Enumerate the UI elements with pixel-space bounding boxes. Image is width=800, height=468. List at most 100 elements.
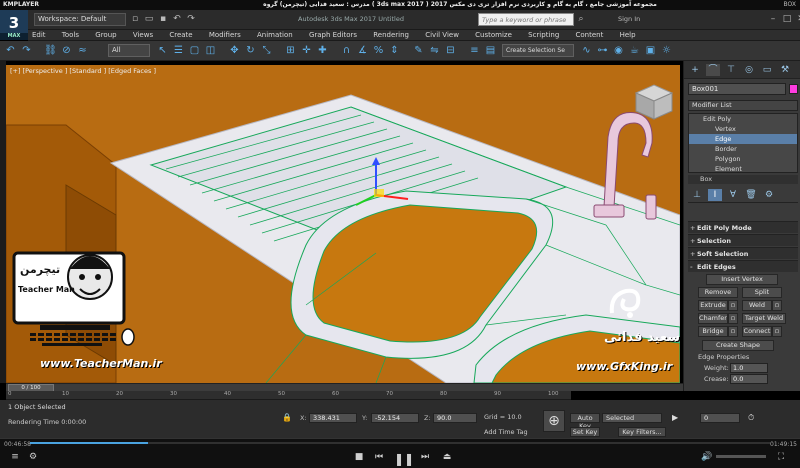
menu-customize[interactable]: Customize — [475, 30, 512, 41]
playlist-icon[interactable]: ≡ — [8, 452, 22, 462]
auto-key-button[interactable]: Auto Key — [570, 413, 600, 430]
create-shape-button[interactable]: Create Shape — [702, 340, 774, 351]
modify-tab-icon[interactable]: ⌒ — [706, 64, 720, 76]
volume-icon[interactable]: 🔊 — [700, 452, 714, 462]
menu-graph-editors[interactable]: Graph Editors — [309, 30, 357, 41]
material-editor-icon[interactable]: ◉ — [612, 44, 625, 57]
add-time-tag[interactable]: Add Time Tag — [484, 428, 528, 436]
menu-scripting[interactable]: Scripting — [528, 30, 559, 41]
minimize-icon[interactable]: – — [768, 14, 778, 24]
scale-icon[interactable]: ⤡ — [260, 44, 273, 57]
sign-in-link[interactable]: Sign In — [618, 15, 640, 23]
menu-animation[interactable]: Animation — [257, 30, 293, 41]
menu-rendering[interactable]: Rendering — [373, 30, 409, 41]
set-key-icon[interactable]: ⊕ — [543, 410, 565, 432]
link-icon[interactable]: ⛓ — [44, 44, 57, 57]
stack-item-vertex[interactable]: Vertex — [689, 124, 797, 134]
split-button[interactable]: Split — [742, 287, 782, 298]
lock-selection-icon[interactable]: 🔒 — [282, 413, 292, 422]
menu-group[interactable]: Group — [95, 30, 116, 41]
fullscreen-icon[interactable]: ⛶ — [774, 452, 788, 462]
select-by-name-icon[interactable]: ☰ — [172, 44, 185, 57]
stop-icon[interactable]: ■ — [352, 452, 366, 462]
angle-snap-icon[interactable]: ∡ — [356, 44, 369, 57]
open-file-icon[interactable]: ▭ — [144, 14, 154, 24]
redo-icon[interactable]: ↷ — [20, 44, 33, 57]
bridge-settings-button[interactable]: ▫ — [728, 326, 738, 337]
object-color-swatch[interactable] — [789, 84, 798, 94]
z-coordinate-field[interactable]: 90.0 — [433, 413, 477, 423]
modifier-list-dropdown[interactable]: Modifier List — [688, 100, 798, 111]
time-config-icon[interactable]: ⏱ — [748, 413, 754, 423]
utilities-tab-icon[interactable]: ⚒ — [778, 64, 792, 76]
layer-manager-icon[interactable]: ≡ — [468, 44, 481, 57]
show-end-result-icon[interactable]: Ⅰ — [708, 189, 722, 201]
menu-create[interactable]: Create — [169, 30, 192, 41]
rollout-edit-poly-mode[interactable]: Edit Poly Mode — [688, 221, 798, 234]
extrude-settings-button[interactable]: ▫ — [728, 300, 738, 311]
weld-button[interactable]: Weld — [742, 300, 772, 311]
display-tab-icon[interactable]: ▭ — [760, 64, 774, 76]
stack-item-border[interactable]: Border — [689, 144, 797, 154]
menu-tools[interactable]: Tools — [62, 30, 79, 41]
remove-button[interactable]: Remove — [698, 287, 738, 298]
menu-edit[interactable]: Edit — [32, 30, 46, 41]
stack-item-polygon[interactable]: Polygon — [689, 154, 797, 164]
track-bar[interactable]: 0 10 20 30 40 50 60 70 80 90 100 — [6, 391, 571, 400]
key-mode-dropdown[interactable]: Selected — [602, 413, 662, 423]
percent-snap-icon[interactable]: % — [372, 44, 385, 57]
undo-icon[interactable]: ↶ — [4, 44, 17, 57]
rect-selection-icon[interactable]: ▢ — [188, 44, 201, 57]
menu-views[interactable]: Views — [133, 30, 153, 41]
menu-modifiers[interactable]: Modifiers — [209, 30, 241, 41]
volume-slider[interactable] — [716, 455, 766, 458]
redo-icon[interactable]: ↷ — [186, 14, 196, 24]
insert-vertex-button[interactable]: Insert Vertex — [706, 274, 778, 285]
pause-icon[interactable]: ❚❚ — [394, 452, 414, 466]
pivot-icon[interactable]: ✛ — [300, 44, 313, 57]
ribbon-icon[interactable]: ▤ — [484, 44, 497, 57]
next-icon[interactable]: ⏭ — [418, 452, 432, 462]
key-filters-button[interactable]: Key Filters... — [618, 427, 666, 437]
y-coordinate-field[interactable]: -52.154 — [371, 413, 419, 423]
set-key-button[interactable]: Set Key — [570, 427, 600, 437]
extrude-button[interactable]: Extrude — [698, 300, 728, 311]
connect-settings-button[interactable]: ▫ — [772, 326, 782, 337]
mirror-icon[interactable]: ⇋ — [428, 44, 441, 57]
target-weld-button[interactable]: Target Weld — [742, 313, 786, 324]
window-crossing-icon[interactable]: ◫ — [204, 44, 217, 57]
maximize-icon[interactable]: □ — [782, 14, 792, 24]
pin-stack-icon[interactable]: ⊥ — [690, 189, 704, 201]
schematic-view-icon[interactable]: ⊶ — [596, 44, 609, 57]
workspace-dropdown[interactable]: Workspace: Default — [34, 13, 126, 26]
stack-item-edge[interactable]: Edge — [689, 134, 797, 144]
remove-modifier-icon[interactable]: 🗑 — [744, 189, 758, 201]
selection-filter-dropdown[interactable]: All — [108, 44, 150, 57]
edit-named-sets-icon[interactable]: ✎ — [412, 44, 425, 57]
move-icon[interactable]: ✥ — [228, 44, 241, 57]
weight-spinner[interactable]: 1.0 — [730, 363, 768, 373]
make-unique-icon[interactable]: ∀ — [726, 189, 740, 201]
settings-icon[interactable]: ⚙ — [26, 452, 40, 462]
eject-icon[interactable]: ⏏ — [440, 452, 454, 462]
stack-item-box[interactable]: Box — [688, 175, 798, 184]
stack-item-edit-poly[interactable]: Edit Poly — [689, 114, 797, 124]
menu-civil-view[interactable]: Civil View — [425, 30, 459, 41]
search-icon[interactable]: ⌕ — [576, 14, 586, 24]
undo-icon[interactable]: ↶ — [172, 14, 182, 24]
select-object-icon[interactable]: ↖ — [156, 44, 169, 57]
x-coordinate-field[interactable]: 338.431 — [309, 413, 357, 423]
bridge-button[interactable]: Bridge — [698, 326, 728, 337]
app-logo-button[interactable]: 3 MAX — [0, 10, 28, 40]
chamfer-settings-button[interactable]: ▫ — [728, 313, 738, 324]
search-input[interactable]: Type a keyword or phrase — [478, 13, 574, 26]
viewport-label[interactable]: [+] [Perspective ] [Standard ] [Edged Fa… — [10, 67, 156, 75]
render-frame-icon[interactable]: ▣ — [644, 44, 657, 57]
select-manipulate-icon[interactable]: ✚ — [316, 44, 329, 57]
play-animation-icon[interactable]: ▶ — [672, 413, 678, 422]
render-setup-icon[interactable]: ☕ — [628, 44, 641, 57]
connect-button[interactable]: Connect — [742, 326, 772, 337]
time-slider[interactable]: 0 / 100 — [6, 383, 683, 392]
render-production-icon[interactable]: ☼ — [660, 44, 673, 57]
menu-help[interactable]: Help — [620, 30, 636, 41]
